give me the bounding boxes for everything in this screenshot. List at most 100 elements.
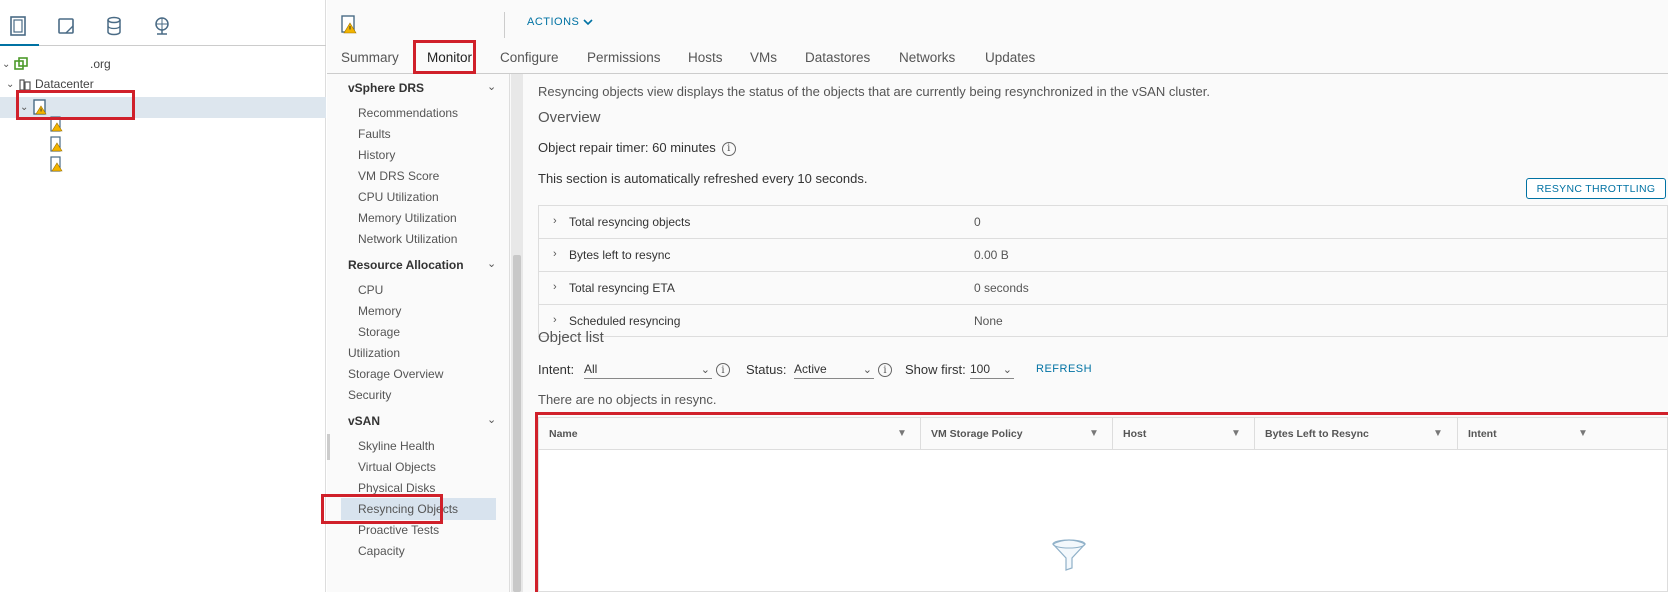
tab-permissions[interactable]: Permissions [587,50,661,65]
chevron-down-icon[interactable]: ⌄ [6,79,18,90]
inventory-navigator: ⌄ .org ⌄ Datacenter ⌄ [0,0,326,592]
menu-item-memory-utilization[interactable]: Memory Utilization [358,211,457,225]
info-icon[interactable]: i [878,363,892,377]
networking-icon[interactable] [151,14,173,38]
tree-item-datacenter[interactable]: ⌄ Datacenter [6,73,94,95]
stat-label: Total resyncing ETA [569,281,675,295]
status-value: Active [794,362,827,376]
menu-item-storage-overview[interactable]: Storage Overview [348,367,443,381]
menu-item-skyline-health[interactable]: Skyline Health [358,439,435,453]
cluster-warning-icon [341,15,357,34]
filter-icon[interactable]: ▼ [1089,428,1099,439]
vms-templates-icon[interactable] [55,14,77,38]
tab-hosts[interactable]: Hosts [688,50,723,65]
host-warning-icon [50,136,63,152]
menu-item-cpu[interactable]: CPU [358,283,383,297]
menu-item-proactive-tests[interactable]: Proactive Tests [358,523,439,537]
resync-throttling-button[interactable]: RESYNC THROTTLING [1526,178,1666,199]
tab-monitor[interactable]: Monitor [427,50,472,65]
column-header-name[interactable]: Name ▼ [539,418,921,450]
view-description: Resyncing objects view displays the stat… [538,84,1211,99]
stat-row[interactable]: › Total resyncing objects 0 [539,206,1667,239]
menu-item-resyncing-objects[interactable]: Resyncing Objects [341,498,496,520]
chevron-down-icon[interactable]: ⌄ [487,413,496,426]
column-label: Intent [1468,428,1497,440]
repair-timer: Object repair timer: 60 minutes i [538,140,736,156]
menu-item-storage[interactable]: Storage [358,325,400,339]
refresh-link[interactable]: REFRESH [1036,363,1092,375]
show-first-label: Show first: [905,362,966,377]
status-select[interactable]: Active ⌄ [794,360,874,379]
actions-menu-button[interactable]: ACTIONS [527,16,593,28]
chevron-right-icon[interactable]: › [553,248,557,260]
tree-item-vcenter[interactable]: ⌄ .org [2,53,111,75]
chevron-down-icon: ⌄ [1002,363,1012,376]
menu-group-resource-allocation[interactable]: Resource Allocation [348,258,464,272]
repair-timer-text: Object repair timer: 60 minutes [538,140,716,155]
column-header-vm-storage-policy[interactable]: VM Storage Policy ▼ [921,418,1113,450]
main-panel: ACTIONS Summary Monitor Configure Permis… [321,0,1668,592]
tree-item-host[interactable] [49,113,63,135]
storage-icon[interactable] [103,14,125,38]
hosts-clusters-icon[interactable] [0,14,39,46]
tree-item-cluster[interactable]: ⌄ [20,96,48,118]
menu-item-vm-drs-score[interactable]: VM DRS Score [358,169,439,183]
chevron-right-icon[interactable]: › [553,314,557,326]
show-first-select[interactable]: 100 ⌄ [970,360,1014,379]
chevron-down-icon[interactable]: ⌄ [487,257,496,270]
filter-icon[interactable]: ▼ [1433,428,1443,439]
intent-select[interactable]: All ⌄ [584,360,712,379]
menu-item-utilization[interactable]: Utilization [348,346,400,360]
tab-updates[interactable]: Updates [985,50,1035,65]
column-header-host[interactable]: Host ▼ [1113,418,1255,450]
menu-item-history[interactable]: History [358,148,395,162]
menu-item-cpu-utilization[interactable]: CPU Utilization [358,190,439,204]
menu-group-vsphere-drs[interactable]: vSphere DRS [348,81,424,95]
column-label: Host [1123,428,1147,440]
tree-item-host[interactable] [49,153,63,175]
stat-row[interactable]: › Total resyncing ETA 0 seconds [539,272,1667,305]
column-header-intent[interactable]: Intent ▼ [1458,418,1667,450]
menu-item-virtual-objects[interactable]: Virtual Objects [358,460,436,474]
menu-item-network-utilization[interactable]: Network Utilization [358,232,457,246]
chevron-right-icon[interactable]: › [553,215,557,227]
column-label: VM Storage Policy [931,428,1023,440]
menu-item-physical-disks[interactable]: Physical Disks [358,481,435,495]
chevron-right-icon[interactable]: › [553,281,557,293]
menu-item-security[interactable]: Security [348,388,391,402]
menu-item-faults[interactable]: Faults [358,127,391,141]
status-label: Status: [746,362,787,377]
tab-networks[interactable]: Networks [899,50,955,65]
empty-filter-icon [1052,539,1086,571]
tab-vms[interactable]: VMs [750,50,777,65]
tree-item-label: .org [90,57,111,71]
menu-item-memory[interactable]: Memory [358,304,401,318]
stat-row[interactable]: › Bytes left to resync 0.00 B [539,239,1667,272]
menu-item-capacity[interactable]: Capacity [358,544,405,558]
filter-icon[interactable]: ▼ [897,428,907,439]
tab-summary[interactable]: Summary [341,50,399,65]
filter-icon[interactable]: ▼ [1578,428,1588,439]
object-tabs: Summary Monitor Configure Permissions Ho… [327,40,1668,74]
menu-scrollbar-thumb[interactable] [513,255,521,592]
column-label: Name [549,428,578,440]
info-icon[interactable]: i [721,141,736,156]
filter-icon[interactable]: ▼ [1231,428,1241,439]
stat-label: Bytes left to resync [569,248,671,262]
chevron-down-icon[interactable]: ⌄ [487,80,496,93]
host-warning-icon [50,116,63,132]
host-warning-icon [50,156,63,172]
stat-row[interactable]: › Scheduled resyncing None [539,305,1667,338]
tab-configure[interactable]: Configure [500,50,559,65]
chevron-down-icon[interactable]: ⌄ [20,102,32,113]
overview-stats: › Total resyncing objects 0 › Bytes left… [538,205,1668,337]
chevron-down-icon[interactable]: ⌄ [2,59,14,70]
splitter-handle[interactable] [327,434,330,460]
column-header-bytes-left[interactable]: Bytes Left to Resync ▼ [1255,418,1458,450]
menu-item-recommendations[interactable]: Recommendations [358,106,458,120]
stat-value: 0 [974,215,981,229]
info-icon[interactable]: i [716,363,730,377]
tree-item-host[interactable] [49,133,63,155]
menu-group-vsan[interactable]: vSAN [348,414,380,428]
tab-datastores[interactable]: Datastores [805,50,870,65]
